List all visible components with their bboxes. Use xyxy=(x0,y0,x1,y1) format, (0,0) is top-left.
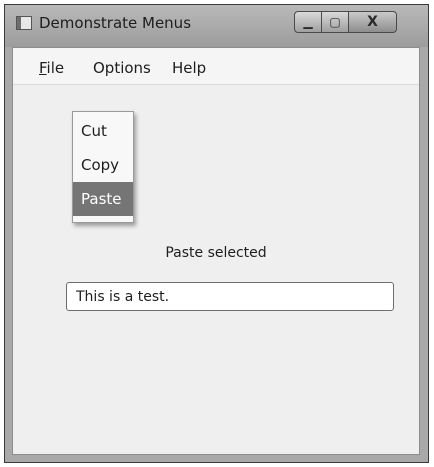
minimize-icon: ▁ xyxy=(303,15,313,29)
context-menu: Cut Copy Paste xyxy=(72,111,134,223)
window-title: Demonstrate Menus xyxy=(39,14,192,32)
client-area: File Options Help Cut Copy Paste Paste s… xyxy=(12,47,420,455)
minimize-button[interactable]: ▁ xyxy=(294,11,322,33)
app-icon[interactable] xyxy=(16,16,32,30)
app-window: Demonstrate Menus ▁ ▢ X File Options Hel… xyxy=(4,4,429,463)
close-icon: X xyxy=(367,14,378,30)
menu-bar: File Options Help xyxy=(13,48,419,85)
status-label: Paste selected xyxy=(165,245,267,261)
menu-help[interactable]: Help xyxy=(172,59,206,77)
close-button[interactable]: X xyxy=(349,11,397,33)
window-controls: ▁ ▢ X xyxy=(294,11,397,33)
menu-file-label: ile xyxy=(46,59,65,77)
menu-file[interactable]: File xyxy=(39,59,64,77)
menu-item-copy[interactable]: Copy xyxy=(73,148,133,182)
maximize-icon: ▢ xyxy=(329,15,341,29)
menu-options[interactable]: Options xyxy=(93,59,151,77)
menu-file-mnemonic: F xyxy=(39,59,47,77)
text-input[interactable] xyxy=(66,282,394,311)
title-bar[interactable]: Demonstrate Menus ▁ ▢ X xyxy=(5,5,428,47)
menu-item-paste[interactable]: Paste xyxy=(73,182,133,216)
maximize-button[interactable]: ▢ xyxy=(322,11,349,33)
menu-item-cut[interactable]: Cut xyxy=(73,114,133,148)
